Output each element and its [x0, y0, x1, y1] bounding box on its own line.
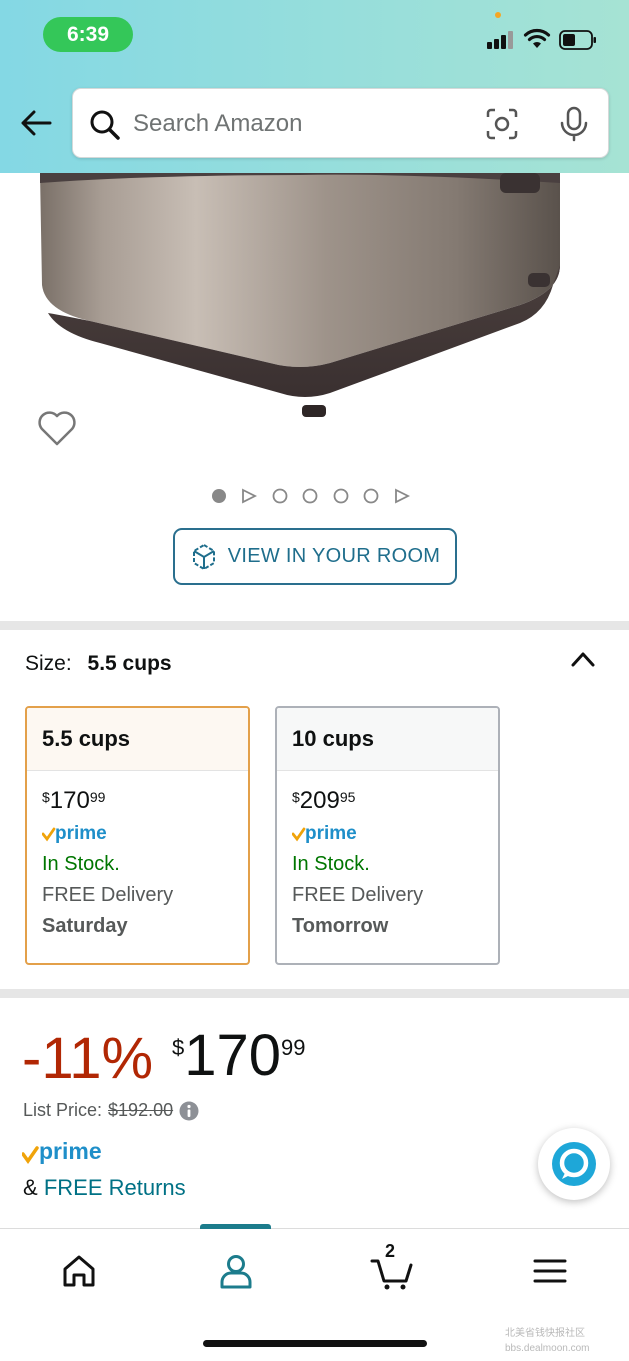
free-returns-row: & FREE Returns — [23, 1175, 186, 1200]
ar-cube-icon — [192, 543, 215, 570]
alexa-icon — [552, 1142, 596, 1186]
alexa-button[interactable] — [538, 1128, 610, 1200]
info-icon[interactable] — [179, 1101, 199, 1121]
delivery-label: FREE Delivery — [292, 884, 424, 906]
stock-status: In Stock. — [292, 853, 370, 875]
menu-hamburger-icon[interactable] — [528, 1249, 572, 1293]
size-option-card-10-cups[interactable]: 10 cups $209 95 prime In Stock. FREE Deli… — [275, 706, 500, 965]
back-arrow-icon[interactable] — [18, 108, 54, 138]
list-price-row: List Price: $192.00 — [23, 1100, 199, 1121]
cart-count: 2 — [385, 1241, 396, 1261]
search-icon — [90, 110, 120, 140]
svg-text:prime: prime — [39, 1138, 102, 1164]
cellular-signal-icon — [487, 31, 515, 49]
product-image[interactable] — [0, 173, 629, 433]
microphone-icon[interactable] — [557, 106, 591, 142]
privacy-indicator-icon — [495, 12, 501, 18]
status-time: 6:39 — [43, 17, 133, 52]
search-input[interactable] — [133, 89, 473, 159]
stock-status: In Stock. — [42, 853, 120, 875]
discount-percentage: -11% — [22, 1026, 154, 1091]
size-option-price: $209 95 — [292, 787, 356, 814]
size-option-card-5-5-cups[interactable]: 5.5 cups $170 99 prime In Stock. FREE Del… — [25, 706, 250, 965]
svg-text:prime: prime — [305, 823, 357, 844]
watermark: 北美省钱快报社区 bbs.dealmoon.com — [505, 1328, 590, 1354]
size-selector-header[interactable]: Size: 5.5 cups — [25, 652, 172, 676]
header: 6:39 — [0, 0, 629, 173]
view-in-your-room-button[interactable]: VIEW IN YOUR ROOM — [173, 528, 457, 585]
current-price: $170 99 — [172, 1023, 306, 1088]
active-tab-indicator — [200, 1224, 271, 1229]
account-icon[interactable] — [214, 1249, 258, 1293]
delivery-day: Saturday — [42, 915, 128, 937]
size-label: Size: — [25, 652, 72, 675]
home-indicator — [203, 1340, 427, 1347]
prime-badge: prime — [291, 821, 483, 845]
size-option-price: $170 99 — [42, 787, 106, 814]
battery-icon — [559, 30, 596, 50]
search-bar[interactable] — [72, 88, 609, 159]
list-price-label: List Price: — [23, 1100, 103, 1120]
free-returns-link[interactable]: FREE Returns — [44, 1175, 186, 1200]
view-in-your-room-label: VIEW IN YOUR ROOM — [227, 545, 441, 567]
size-option-name: 5.5 cups — [27, 708, 248, 771]
cart-button[interactable]: 2 — [370, 1241, 414, 1293]
section-divider — [0, 989, 629, 998]
home-icon[interactable] — [57, 1249, 101, 1293]
image-carousel-indicator[interactable] — [211, 487, 421, 505]
size-option-name: 10 cups — [277, 708, 498, 771]
camera-scan-icon[interactable] — [485, 107, 519, 141]
svg-text:prime: prime — [55, 823, 107, 844]
heart-wishlist-icon[interactable] — [37, 409, 77, 447]
wifi-icon — [523, 28, 551, 48]
list-price-value: $192.00 — [108, 1100, 174, 1120]
size-selected-value: 5.5 cups — [87, 652, 172, 675]
section-divider — [0, 621, 629, 630]
prime-badge: prime — [21, 1137, 132, 1169]
chevron-up-icon[interactable] — [570, 650, 596, 668]
delivery-label: FREE Delivery — [42, 884, 174, 906]
delivery-day: Tomorrow — [292, 915, 389, 937]
prime-badge: prime — [41, 821, 233, 845]
